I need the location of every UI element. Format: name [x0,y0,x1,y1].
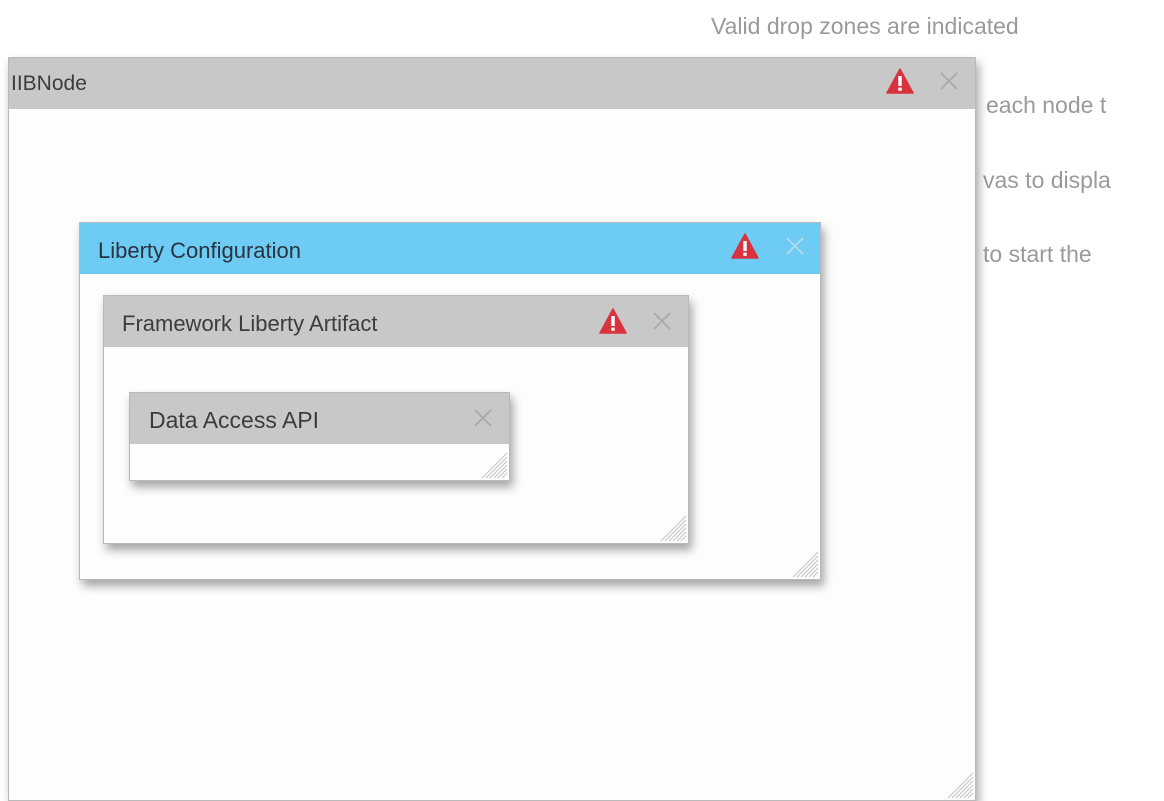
close-icon[interactable] [474,409,492,427]
iib-node-title: IIBNode [11,72,87,95]
liberty-configuration-header[interactable]: Liberty Configuration [80,223,820,274]
background-hint-line-4: to start the [983,241,1092,267]
close-icon[interactable] [940,72,958,90]
close-icon[interactable] [786,237,804,255]
warning-icon [886,68,914,94]
warning-icon [599,308,627,334]
liberty-configuration-title: Liberty Configuration [98,238,302,263]
data-access-api-panel[interactable]: Data Access API [129,392,510,481]
resize-grip-icon[interactable] [791,550,819,578]
warning-icon [731,233,759,259]
resize-grip-icon[interactable] [946,771,974,799]
close-icon[interactable] [653,312,671,330]
background-hint-line-2: each node t [986,92,1107,118]
framework-liberty-artifact-title: Framework Liberty Artifact [122,311,378,336]
framework-liberty-artifact-header[interactable]: Framework Liberty Artifact [104,296,688,347]
data-access-api-header[interactable]: Data Access API [130,393,509,444]
resize-grip-icon[interactable] [480,451,508,479]
background-hint-line-3: vas to displa [983,167,1111,193]
background-hint-line-1: Valid drop zones are indicated [711,13,1019,39]
iib-node-header[interactable]: IIBNode [9,58,975,109]
data-access-api-title: Data Access API [149,407,320,433]
resize-grip-icon[interactable] [659,514,687,542]
